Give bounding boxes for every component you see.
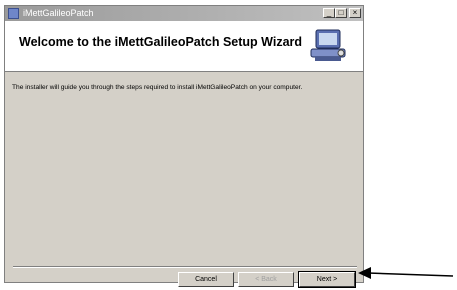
pointer-arrow-annotation <box>358 267 454 279</box>
